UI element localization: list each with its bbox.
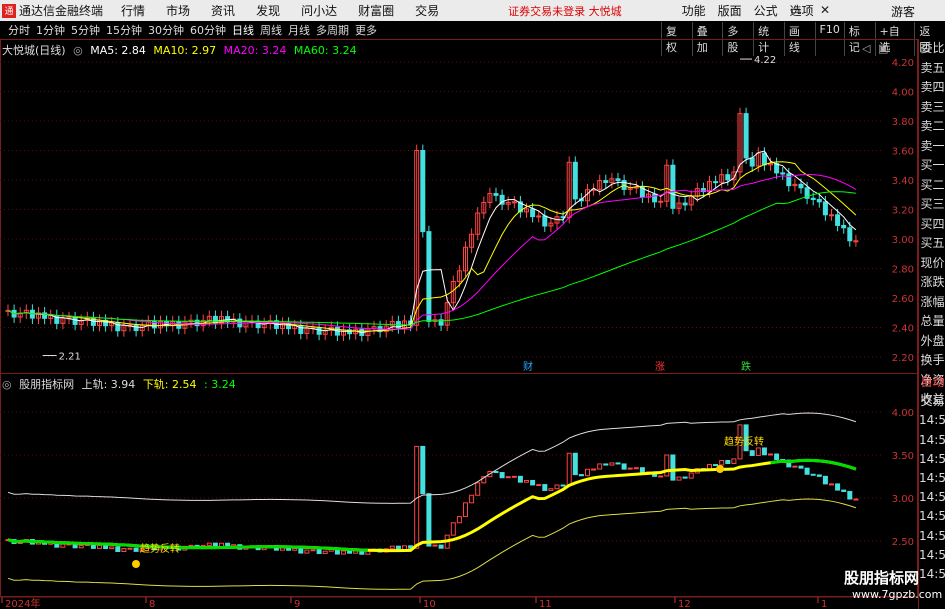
- period-tab[interactable]: 30分钟: [148, 22, 184, 38]
- period-tab-active[interactable]: 日线: [232, 22, 254, 38]
- panel-controls: ◁ ▣: [862, 42, 892, 55]
- period-tab[interactable]: 月线: [288, 22, 310, 38]
- period-tab[interactable]: 周线: [260, 22, 282, 38]
- tick-time: 14:56: [919, 413, 945, 428]
- quote-field-label[interactable]: 买三: [919, 195, 945, 215]
- x-tick-label: 10: [423, 599, 436, 609]
- tick-time: 14:56: [919, 451, 945, 466]
- quote-field-label[interactable]: 卖一: [919, 137, 945, 157]
- quote-field-label[interactable]: 总量: [919, 312, 945, 332]
- x-tick-label: 2024年: [5, 597, 40, 609]
- tick-time: 14:56: [919, 470, 945, 485]
- guest-label[interactable]: 游客: [891, 3, 915, 20]
- quote-field-label[interactable]: 涨跌: [919, 273, 945, 293]
- period-tab[interactable]: 5分钟: [71, 22, 100, 38]
- panel-expand-icon[interactable]: ◁: [862, 42, 870, 55]
- ma10-label: MA10: 2.97: [153, 44, 217, 57]
- tick-time: 14:56: [919, 432, 945, 447]
- quote-field-label[interactable]: 卖三: [919, 98, 945, 118]
- restore-window-icon[interactable]: ▭: [790, 3, 801, 17]
- menu-item[interactable]: 问小达: [301, 2, 337, 19]
- trade-login-alert[interactable]: 证券交易未登录 大悦城: [508, 3, 622, 19]
- stock-title[interactable]: 大悦城(日线): [2, 44, 66, 57]
- quote-field-label[interactable]: 卖二: [919, 117, 945, 137]
- period-toolbar: 分时 1分钟 5分钟 15分钟 30分钟 60分钟 日线 周线 月线 多周期 更…: [0, 21, 945, 56]
- menu-item[interactable]: 发现: [256, 2, 280, 19]
- tick-time: 14:56: [919, 566, 945, 581]
- quote-field-label[interactable]: 外盘: [919, 332, 945, 352]
- watermark-name: 股朋指标网: [844, 569, 920, 587]
- period-tab[interactable]: 60分钟: [190, 22, 226, 38]
- quote-field-label[interactable]: 买四: [919, 215, 945, 235]
- indicator-header: ◎ 股朋指标网 上轨: 3.94 下轨: 2.54 : 3.24: [2, 376, 240, 392]
- menu-item[interactable]: 交易: [415, 2, 439, 19]
- period-tab[interactable]: 分时: [8, 22, 30, 38]
- app-logo-icon: 通: [2, 3, 16, 18]
- time-side-panel: 自动交易 14:56 14:56 14:56 14:56 14:56 14:56 14:56 1…: [918, 373, 945, 609]
- menu-item[interactable]: 资讯: [211, 2, 235, 19]
- panel-maximize-icon[interactable]: ▣: [878, 42, 888, 55]
- trade-tab[interactable]: 自动: [919, 373, 945, 392]
- quote-field-label[interactable]: 卖四: [919, 78, 945, 98]
- period-tab[interactable]: 多周期: [316, 22, 349, 38]
- quote-side-panel: 委比 卖五 卖四 卖三 卖二 卖一 买一 买二 买三 买四 买五 现价 涨跌 涨幅 总量 外盘 换手 净资 收益: [918, 39, 945, 406]
- period-more[interactable]: 更多: [355, 22, 377, 38]
- x-tick-label: 1: [821, 599, 827, 609]
- ma60-label: MA60: 3.24: [293, 44, 357, 57]
- tick-time: 14:56: [919, 547, 945, 562]
- indicator-title[interactable]: 股朋指标网: [19, 378, 74, 391]
- trade-tab[interactable]: 交易: [919, 392, 945, 411]
- quote-field-label[interactable]: 买一: [919, 156, 945, 176]
- main-chart-panel[interactable]: [0, 39, 918, 374]
- indicator-gear-icon[interactable]: ◎: [2, 378, 12, 391]
- settings-gear-icon[interactable]: ◎: [73, 44, 83, 57]
- quote-field-label[interactable]: 现价: [919, 254, 945, 274]
- x-tick-label: 12: [678, 599, 691, 609]
- menu-item-right[interactable]: 功能: [682, 2, 706, 19]
- indicator-panel[interactable]: [0, 373, 918, 597]
- x-tick-label: 9: [294, 599, 300, 609]
- tick-time: 14:56: [919, 490, 945, 505]
- x-tick-label: 8: [149, 599, 155, 609]
- quote-field-label[interactable]: 换手: [919, 351, 945, 371]
- quote-field-label[interactable]: 涨幅: [919, 293, 945, 313]
- quote-field-label[interactable]: 买二: [919, 176, 945, 196]
- quote-field-label[interactable]: 卖五: [919, 59, 945, 79]
- ma5-label: MA5: 2.84: [90, 44, 146, 57]
- menu-bar: 通 通达信金融终端 行情 市场 资讯 发现 问小达 财富圈 交易 证券交易未登录…: [0, 0, 945, 21]
- menu-item-right[interactable]: 版面: [718, 2, 742, 19]
- menu-item[interactable]: 行情: [121, 2, 145, 19]
- quote-field-label[interactable]: 委比: [919, 39, 945, 59]
- mid-band-label: : 3.24: [204, 378, 236, 391]
- upper-band-label: 上轨: 3.94: [81, 378, 136, 391]
- quote-field-label[interactable]: 买五: [919, 234, 945, 254]
- tick-time: 14:56: [919, 509, 945, 524]
- x-tick-label: 11: [539, 599, 552, 609]
- period-tab[interactable]: 15分钟: [106, 22, 142, 38]
- watermark-url: www.7gpzb.com: [852, 588, 943, 601]
- period-tab[interactable]: 1分钟: [36, 22, 65, 38]
- app-title: 通达信金融终端: [19, 4, 104, 18]
- ma20-label: MA20: 3.24: [223, 44, 287, 57]
- menu-item-right[interactable]: 公式: [754, 2, 778, 19]
- menu-item[interactable]: 财富圈: [358, 2, 394, 19]
- lower-band-label: 下轨: 2.54: [142, 378, 197, 391]
- close-window-icon[interactable]: ✕: [820, 3, 830, 17]
- menu-item[interactable]: 市场: [166, 2, 190, 19]
- main-chart-header: 大悦城(日线) ◎ MA5: 2.84 MA10: 2.97 MA20: 3.2…: [2, 42, 361, 58]
- tick-time: 14:56: [919, 528, 945, 543]
